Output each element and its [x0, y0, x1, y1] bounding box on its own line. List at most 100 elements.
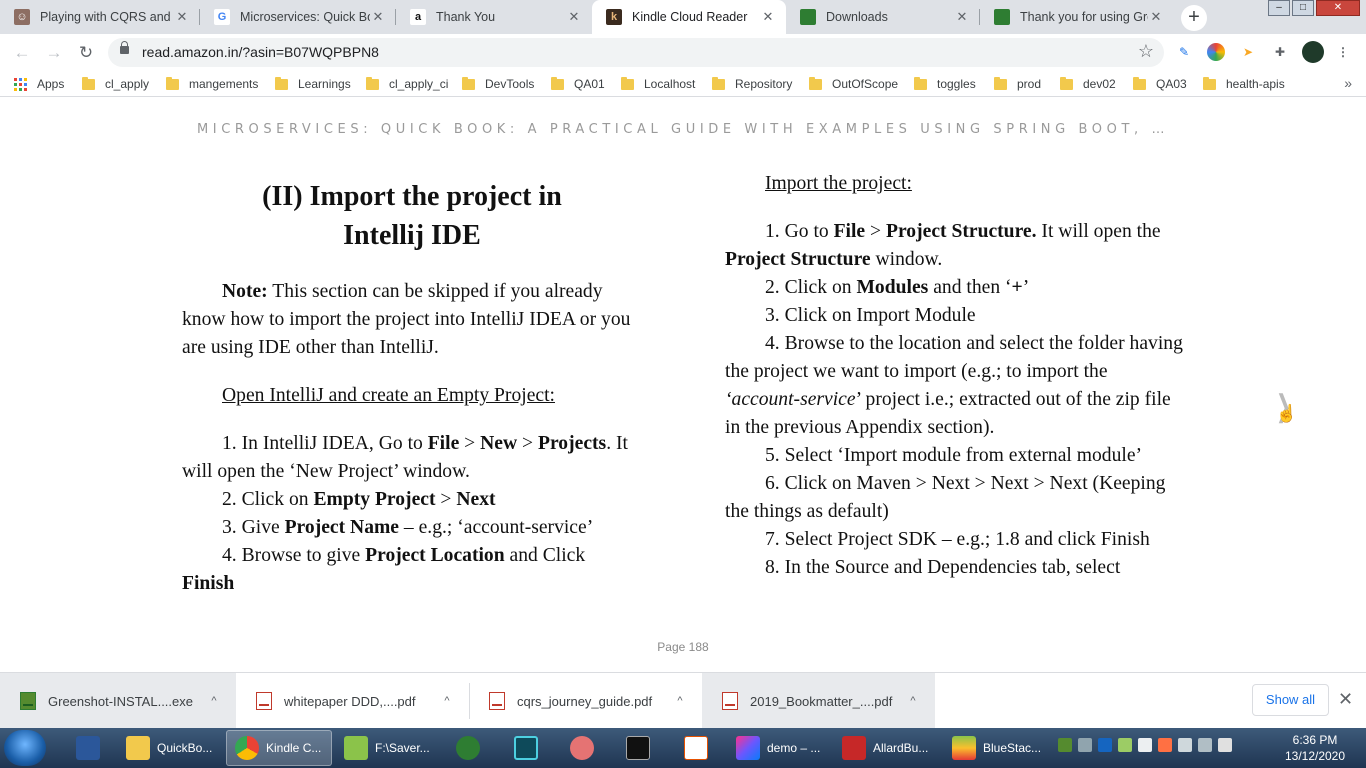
taskbar-item[interactable]: QuickBo...: [118, 730, 222, 766]
back-arrow-icon[interactable]: ←: [10, 41, 34, 65]
bookmarks-overflow-icon[interactable]: »: [1344, 75, 1352, 91]
bookmark-folder[interactable]: cl_apply_ci: [366, 76, 448, 92]
audio-device-tray-icon[interactable]: [1158, 738, 1172, 752]
tab-downloads[interactable]: Downloads ✕: [786, 0, 980, 34]
step-text: ’: [1022, 277, 1030, 298]
chevron-up-icon[interactable]: ^: [901, 695, 925, 707]
pdf-reader-icon: [842, 736, 866, 760]
tab-microservices-google[interactable]: G Microservices: Quick Boo ✕: [200, 0, 396, 34]
taskbar-item[interactable]: AllardBu...: [834, 730, 938, 766]
bookmark-folder[interactable]: mangements: [166, 76, 258, 92]
step-paragraph: 3. Give Project Name – e.g.; ‘account-se…: [182, 514, 642, 542]
step-paragraph: 4. Browse to give Project Location and C…: [182, 542, 642, 598]
taskbar-item[interactable]: [676, 730, 716, 766]
pdf-file-icon: [722, 692, 738, 710]
bookmark-folder[interactable]: DevTools: [462, 76, 534, 92]
network-tray-icon[interactable]: [1078, 738, 1092, 752]
puzzle-extensions-icon[interactable]: ✚: [1271, 43, 1289, 61]
bookmark-folder[interactable]: OutOfScope: [809, 76, 898, 92]
download-item[interactable]: Greenshot-INSTAL....exe ^: [0, 673, 236, 729]
bookmark-folder[interactable]: dev02: [1060, 76, 1116, 92]
step-paragraph: 6. Click on Maven > Next > Next > Next (…: [725, 473, 1166, 522]
chevron-up-icon[interactable]: ^: [435, 695, 459, 707]
taskbar-item[interactable]: [506, 730, 546, 766]
arrow-extension-icon[interactable]: ➤: [1239, 43, 1257, 61]
download-item[interactable]: cqrs_journey_guide.pdf ^: [469, 673, 702, 729]
volume-icon[interactable]: [1218, 738, 1232, 752]
forward-arrow-icon[interactable]: →: [42, 41, 66, 65]
tab-kindle-cloud-reader[interactable]: k Kindle Cloud Reader ✕: [592, 0, 786, 34]
show-all-downloads-button[interactable]: Show all: [1252, 684, 1329, 716]
bookmark-folder[interactable]: QA01: [551, 76, 605, 92]
chevron-up-icon[interactable]: ^: [668, 695, 692, 707]
bookmark-folder[interactable]: prod: [994, 76, 1041, 92]
taskbar-item[interactable]: [448, 730, 488, 766]
bookmark-folder[interactable]: cl_apply: [82, 76, 149, 92]
step-text: >: [517, 433, 538, 454]
folder-icon: [275, 76, 288, 90]
note-paragraph: Note: This section can be skipped if you…: [182, 278, 642, 362]
bookmark-folder[interactable]: toggles: [914, 76, 976, 92]
taskbar-item[interactable]: demo – ...: [728, 730, 828, 766]
folder-icon: [366, 76, 379, 90]
windows-taskbar: QuickBo... Kindle C... F:\Saver... demo …: [0, 728, 1366, 768]
close-icon[interactable]: ✕: [1148, 9, 1164, 25]
taskbar-item[interactable]: Kindle C...: [226, 730, 332, 766]
folder-icon: [809, 76, 822, 90]
section-heading: (II) Import the project in Intellij IDE: [182, 177, 642, 255]
security-tray-icon[interactable]: [1098, 738, 1112, 752]
greenshot-icon: [800, 9, 816, 25]
tab-thank-you[interactable]: a Thank You ✕: [396, 0, 592, 34]
new-tab-button[interactable]: +: [1181, 5, 1207, 31]
minimize-button[interactable]: –: [1268, 0, 1290, 16]
bookmark-folder[interactable]: health-apis: [1203, 76, 1285, 92]
close-icon[interactable]: ✕: [566, 9, 582, 25]
profile-avatar[interactable]: [1302, 41, 1324, 63]
download-filename: Greenshot-INSTAL....exe: [48, 693, 193, 709]
signal-tray-icon[interactable]: [1138, 738, 1152, 752]
bookmark-star-icon[interactable]: ☆: [1138, 41, 1154, 62]
clock-date: 13/12/2020: [1284, 749, 1346, 763]
reload-icon[interactable]: ↻: [74, 41, 98, 65]
flag-tray-icon[interactable]: [1178, 738, 1192, 752]
color-picker-extension-icon[interactable]: [1207, 43, 1225, 61]
tab-cqrs[interactable]: ☺ Playing with CQRS and E ✕: [0, 0, 200, 34]
close-icon[interactable]: ✕: [1338, 689, 1353, 710]
taskbar-item[interactable]: [618, 730, 658, 766]
editor-icon: [514, 736, 538, 760]
eyedropper-extension-icon[interactable]: ✎: [1175, 43, 1193, 61]
maximize-button[interactable]: □: [1292, 0, 1314, 16]
bookmark-folder[interactable]: QA03: [1133, 76, 1187, 92]
close-icon[interactable]: ✕: [954, 9, 970, 25]
close-icon[interactable]: ✕: [760, 9, 776, 25]
greenshot-tray-icon[interactable]: [1058, 738, 1072, 752]
address-bar[interactable]: read.amazon.in/?asin=B07WQPBPN8 ☆: [108, 38, 1164, 67]
bluestacks-tray-icon[interactable]: [1118, 738, 1132, 752]
bookmark-apps[interactable]: Apps: [14, 76, 64, 92]
close-icon[interactable]: ✕: [174, 9, 190, 25]
taskbar-item[interactable]: [562, 730, 602, 766]
subheading-paragraph: Import the project:: [725, 170, 1187, 198]
tab-greenshot-thanks[interactable]: Thank you for using Gre ✕: [980, 0, 1174, 34]
start-button[interactable]: [4, 730, 46, 766]
download-item[interactable]: whitepaper DDD,....pdf ^: [236, 673, 469, 729]
download-item[interactable]: 2019_Bookmatter_....pdf ^: [702, 673, 935, 729]
bookmark-folder[interactable]: Repository: [712, 76, 792, 92]
close-icon[interactable]: ✕: [370, 9, 386, 25]
step-text: 1. In IntelliJ IDEA, Go to: [222, 433, 428, 454]
chevron-up-icon[interactable]: ^: [202, 695, 226, 707]
step-text: and then ‘: [928, 277, 1012, 298]
menu-kebab-icon[interactable]: ⋮: [1334, 43, 1352, 61]
taskbar-item[interactable]: BlueStac...: [944, 730, 1048, 766]
system-tray: [1058, 738, 1232, 752]
bookmark-folder[interactable]: Learnings: [275, 76, 351, 92]
step-italic: ‘account-service: [725, 389, 856, 410]
window-close-button[interactable]: ✕: [1316, 0, 1360, 16]
url-text[interactable]: read.amazon.in/?asin=B07WQPBPN8: [142, 44, 379, 60]
heading-line: Intellij IDE: [343, 220, 481, 251]
taskbar-item[interactable]: [68, 730, 106, 766]
system-clock[interactable]: 6:36 PM 13/12/2020: [1282, 732, 1348, 764]
display-tray-icon[interactable]: [1198, 738, 1212, 752]
taskbar-item[interactable]: F:\Saver...: [336, 730, 440, 766]
bookmark-folder[interactable]: Localhost: [621, 76, 695, 92]
